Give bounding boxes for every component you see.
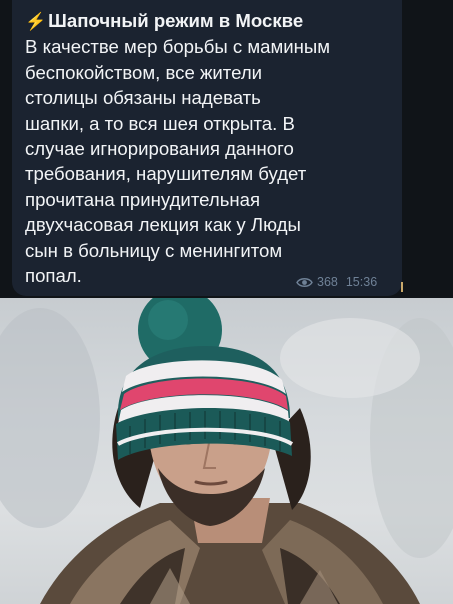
message-line: требования, нарушителям будет: [25, 163, 307, 185]
message-line: случае игнорирования данного: [25, 138, 294, 160]
message-line: В качестве мер борьбы с маминым: [25, 36, 331, 58]
knitted-hat: [116, 298, 294, 460]
message-line: прочитана принудительная: [25, 188, 261, 210]
view-count: 368: [317, 275, 338, 289]
message-line: столицы обязаны надевать: [25, 87, 261, 109]
message-title: Шапочный режим в Москве: [48, 10, 304, 31]
message-area: ⚡ Шапочный режим в Москве В качестве мер …: [0, 0, 453, 298]
photo: [0, 298, 453, 604]
message-line: беспокойством, все жители: [25, 61, 263, 83]
eye-icon: [296, 277, 313, 287]
lightning-icon: ⚡: [25, 12, 47, 31]
message-title-row: ⚡ Шапочный режим в Москве: [25, 8, 400, 34]
message-text: ⚡ Шапочный режим в Москве В качестве мер …: [25, 8, 400, 288]
message-line: двухчасовая лекция как у Люды: [25, 214, 301, 236]
photo-illustration: [0, 298, 453, 604]
message-meta: 368 15:36: [296, 273, 377, 291]
bubble-edge-mark: [401, 282, 403, 292]
message-line: шапки, а то вся шея открыта. В: [25, 112, 295, 134]
message-time: 15:36: [345, 275, 378, 289]
message-line: сын в больницу с менингитом: [25, 239, 283, 261]
